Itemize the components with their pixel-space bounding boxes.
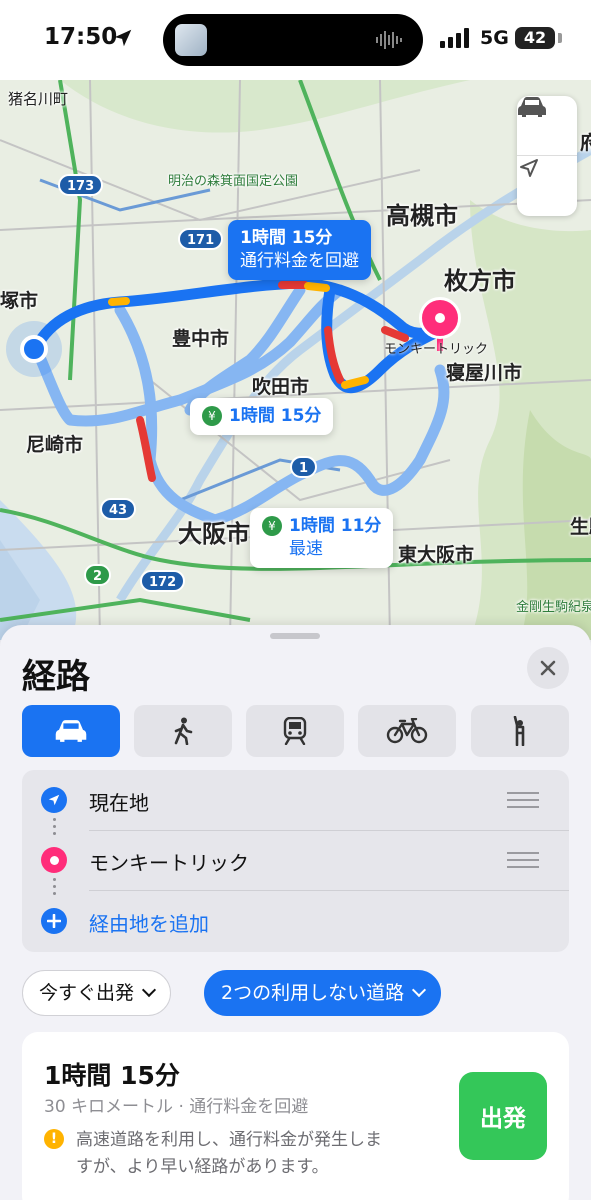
rideshare-icon	[513, 716, 525, 746]
waypoint-destination[interactable]: モンキートリック	[22, 830, 569, 890]
mode-rideshare[interactable]	[471, 705, 569, 757]
place-hirakata: 枚方市	[444, 267, 516, 295]
maps-app: 17:50 5G 42 猪名川町 明治の森箕面国定公園 高槻市 枚方市 塚市 豊…	[0, 0, 591, 1200]
status-bar: 17:50 5G 42	[0, 0, 591, 80]
close-button[interactable]	[527, 647, 569, 689]
waypoint-origin-label: 現在地	[89, 791, 149, 815]
close-icon	[540, 660, 556, 676]
waypoint-list: 現在地 モンキートリック 経由地を追加	[22, 770, 569, 952]
route-callout-time: 1時間 15分	[229, 406, 322, 426]
reorder-handle-icon[interactable]	[507, 792, 539, 808]
map-mode-button[interactable]	[517, 96, 577, 156]
directions-sheet: 経路 現在地 モンキートリック 経由地を追加 今すぐ出発 2つの利用しない道路 …	[0, 625, 591, 1200]
transport-mode-selector	[22, 705, 569, 757]
cellular-signal-icon	[440, 28, 469, 48]
route-callout-alt[interactable]: ¥1時間 15分	[190, 398, 334, 435]
highway-shield: 173	[58, 174, 104, 196]
place-kongo-park: 金剛生駒紀泉	[516, 600, 591, 615]
mode-walking[interactable]	[134, 705, 232, 757]
go-button[interactable]: 出発	[459, 1072, 547, 1160]
battery-icon: 42	[515, 27, 555, 49]
destination-pin-icon[interactable]	[419, 297, 461, 339]
toll-icon: ¥	[202, 406, 222, 426]
dynamic-island[interactable]	[163, 14, 423, 66]
route-callout-note: 通行料金を回避	[240, 251, 359, 271]
place-higashiosaka: 東大阪市	[398, 544, 475, 566]
add-stop-button[interactable]: 経由地を追加	[22, 891, 569, 951]
route-warning: 高速道路を利用し、通行料金が発生しますが、より早い経路があります。	[76, 1130, 382, 1177]
add-stop-label: 経由地を追加	[89, 912, 209, 936]
sheet-title: 経路	[22, 657, 90, 697]
location-arrow-icon	[41, 787, 67, 813]
plus-icon	[41, 908, 67, 934]
place-forest-park: 明治の森箕面国定公園	[168, 174, 299, 189]
track-location-button[interactable]	[517, 156, 577, 216]
sheet-grabber[interactable]	[270, 633, 320, 639]
toll-icon: ¥	[262, 516, 282, 536]
highway-shield: 43	[100, 498, 137, 520]
place-amagasaki: 尼崎市	[26, 434, 84, 456]
depart-time-label: 今すぐ出発	[39, 982, 135, 1004]
place-takarazuka: 塚市	[0, 290, 39, 312]
route-callout-fastest[interactable]: ¥1時間 11分 最速	[250, 508, 394, 568]
network-type: 5G	[480, 27, 509, 49]
place-fu: 府	[580, 132, 591, 154]
battery-cap	[558, 33, 562, 43]
route-card[interactable]: 1時間 15分 30 キロメートル · 通行料金を回避 ! 高速道路を利用し、通…	[22, 1032, 569, 1200]
destination-dot-icon	[41, 847, 67, 873]
place-suita: 吹田市	[252, 376, 310, 398]
car-icon	[518, 97, 546, 117]
status-time: 17:50	[44, 24, 118, 50]
mode-cycling[interactable]	[358, 705, 456, 757]
waypoint-destination-label: モンキートリック	[89, 851, 249, 875]
route-callout-time: 1時間 15分	[240, 228, 333, 248]
chevron-down-icon	[141, 982, 157, 998]
transit-icon	[283, 717, 307, 745]
mode-transit[interactable]	[246, 705, 344, 757]
avoid-options-label: 2つの利用しない道路	[221, 982, 405, 1004]
audio-waveform-icon	[376, 31, 402, 49]
route-callout-note: 最速	[289, 539, 323, 559]
route-callout-time: 1時間 11分	[289, 516, 382, 536]
avoid-options-chip[interactable]: 2つの利用しない道路	[204, 970, 442, 1016]
map-view[interactable]: 猪名川町 明治の森箕面国定公園 高槻市 枚方市 塚市 豊中市 吹田市 尼崎市 寝…	[0, 80, 591, 640]
map-controls	[517, 96, 577, 216]
bike-icon	[386, 718, 428, 744]
place-neyagawa: 寝屋川市	[446, 362, 523, 384]
location-arrow-icon	[114, 29, 132, 47]
reorder-handle-icon[interactable]	[507, 852, 539, 868]
highway-shield: 172	[140, 570, 186, 592]
current-location-dot[interactable]	[20, 335, 48, 363]
place-takatsuki: 高槻市	[386, 202, 458, 230]
place-inagawa: 猪名川町	[8, 90, 69, 108]
place-ikoma: 生駒	[570, 516, 591, 538]
place-toyonaka: 豊中市	[172, 328, 230, 350]
destination-label: モンキートリック	[384, 342, 489, 357]
walk-icon	[174, 717, 193, 745]
highway-shield: 1	[290, 456, 318, 478]
place-osaka: 大阪市	[178, 520, 250, 548]
highway-shield: 171	[178, 228, 224, 250]
car-icon	[55, 720, 87, 742]
route-callout-selected[interactable]: 1時間 15分 通行料金を回避	[228, 220, 371, 280]
waypoint-origin[interactable]: 現在地	[22, 770, 569, 830]
route-meta: 30 キロメートル · 通行料金を回避	[44, 1097, 309, 1117]
chevron-down-icon	[412, 982, 427, 998]
now-playing-thumbnail	[175, 24, 207, 56]
highway-shield: 2	[84, 564, 112, 586]
depart-time-chip[interactable]: 今すぐ出発	[22, 970, 172, 1016]
route-duration: 1時間 15分	[44, 1061, 180, 1090]
location-arrow-outline-icon	[520, 159, 538, 177]
warning-icon: !	[44, 1129, 64, 1149]
mode-driving[interactable]	[22, 705, 120, 757]
